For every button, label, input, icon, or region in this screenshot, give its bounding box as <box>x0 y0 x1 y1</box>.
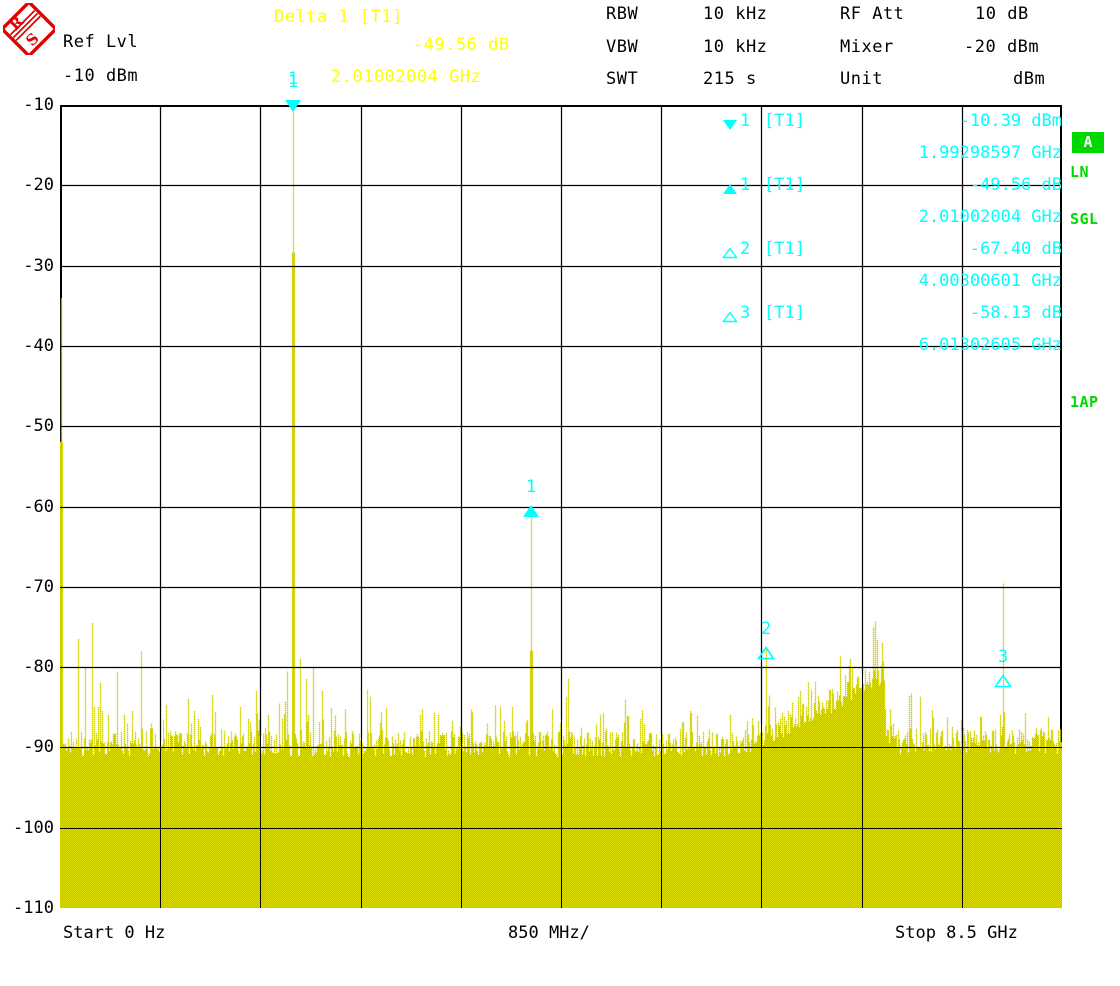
grid-line-horizontal <box>60 587 1062 588</box>
unit-label: Unit <box>840 69 883 89</box>
x-per-division-label: 850 MHz/ <box>508 923 590 943</box>
grid-line-horizontal <box>60 828 1062 829</box>
status-indicator-column: A LN SGL 1AP <box>1068 105 1120 435</box>
trace-marker-label-m1: 1 <box>288 72 299 92</box>
y-axis-tick-label: -20 <box>23 175 54 196</box>
trace-marker-d2[interactable] <box>756 645 776 664</box>
rbw-value: 10 kHz <box>703 4 768 24</box>
unit-value: dBm <box>1013 69 1046 89</box>
marker-level-3: -67.40 dB <box>969 239 1062 259</box>
x-start-label: Start 0 Hz <box>63 923 166 943</box>
swt-label: SWT <box>606 69 639 89</box>
svg-text:R: R <box>6 12 28 34</box>
grid-line-horizontal <box>60 426 1062 427</box>
vbw-label: VBW <box>606 37 639 57</box>
rf-att-value: 10 dB <box>975 4 1029 24</box>
grid-line-horizontal <box>60 667 1062 668</box>
trace-marker-label-d3: 3 <box>998 647 1009 667</box>
marker-level-4: -58.13 dB <box>969 303 1062 323</box>
swt-value: 215 s <box>703 69 757 89</box>
mixer-label: Mixer <box>840 37 894 57</box>
trace-marker-d1[interactable] <box>522 503 540 522</box>
trace-marker-label-d1: 1 <box>526 477 537 497</box>
ref-level-label: Ref Lvl <box>63 32 139 52</box>
vbw-value: 10 kHz <box>703 37 768 57</box>
marker-level-1: -10.39 dBm <box>959 111 1062 131</box>
y-axis-tick-label: -40 <box>23 335 54 356</box>
y-axis-tick-label: -10 <box>23 95 54 115</box>
grid-line-horizontal <box>60 747 1062 748</box>
mixer-value: -20 dBm <box>964 37 1040 57</box>
marker-frequency-1: 1.99298597 GHz <box>918 143 1062 163</box>
x-stop-label: Stop 8.5 GHz <box>895 923 1018 943</box>
status-ln: LN <box>1070 163 1090 181</box>
status-sgl: SGL <box>1070 210 1099 228</box>
marker-level-2: -49.56 dB <box>969 175 1062 195</box>
status-detector-box[interactable]: A <box>1072 132 1104 153</box>
marker-frequency-3: 4.00300601 GHz <box>918 271 1062 291</box>
rf-att-label: RF Att <box>840 4 905 24</box>
delta-marker-level: -49.56 dB <box>413 35 510 55</box>
trace-marker-d3[interactable] <box>993 673 1013 692</box>
status-1ap: 1AP <box>1070 393 1099 411</box>
grid-line-horizontal <box>60 507 1062 508</box>
y-axis-tick-label: -50 <box>23 416 54 437</box>
rbw-label: RBW <box>606 4 639 24</box>
x-axis-labels: Start 0 Hz 850 MHz/ Stop 8.5 GHz <box>0 915 1120 955</box>
y-axis-tick-label: -80 <box>23 657 54 678</box>
marker-frequency-2: 2.01002004 GHz <box>918 207 1062 227</box>
rohde-schwarz-logo-icon: R S <box>3 3 55 55</box>
trace-marker-m1[interactable] <box>284 98 302 117</box>
y-axis-tick-label: -100 <box>13 817 54 838</box>
delta-marker-title: Delta 1 [T1] <box>274 7 403 27</box>
delta-marker-frequency: 2.01002004 GHz <box>331 67 482 87</box>
y-axis-tick-label: -70 <box>23 576 54 597</box>
instrument-header: R S Ref Lvl -10 dBm Delta 1 [T1] -49.56 … <box>0 0 1120 95</box>
ref-level-value: -10 dBm <box>63 66 139 86</box>
marker-frequency-4: 6.01302605 GHz <box>918 335 1062 355</box>
y-axis-tick-label: -60 <box>23 496 54 517</box>
y-axis-tick-label: -90 <box>23 737 54 758</box>
trace-marker-label-d2: 2 <box>761 619 772 639</box>
y-axis-tick-label: -30 <box>23 255 54 276</box>
